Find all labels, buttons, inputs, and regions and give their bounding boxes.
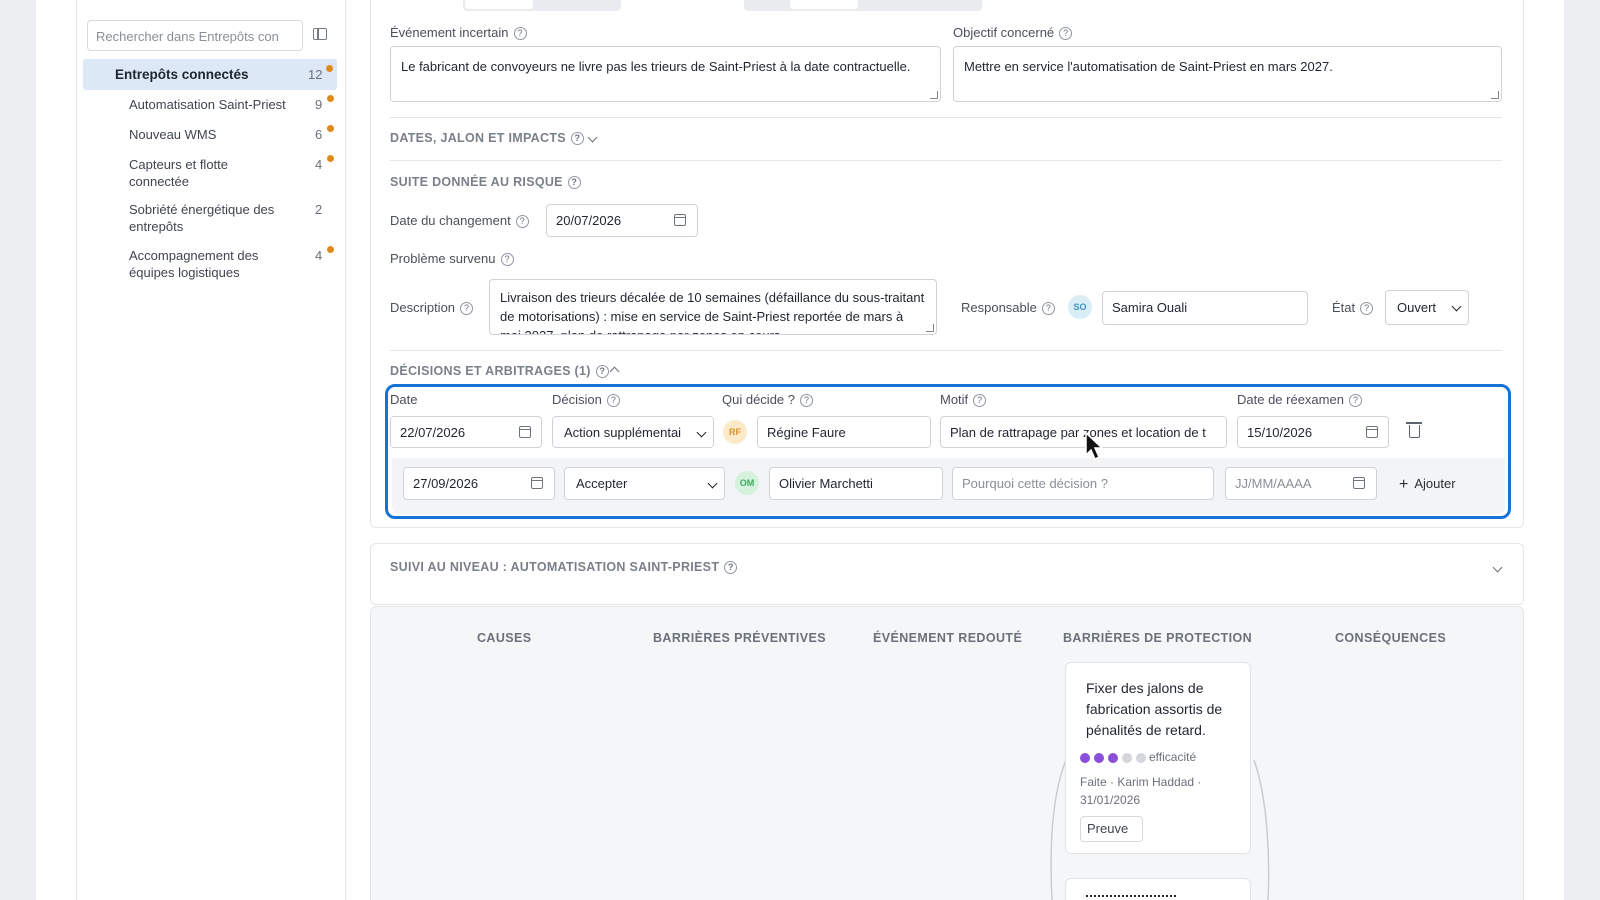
objective-label: Objectif concerné? bbox=[953, 25, 1073, 40]
tracking-title: SUIVI AU NIVEAU : AUTOMATISATION SAINT-P… bbox=[390, 560, 738, 574]
sidebar-toggle-icon[interactable] bbox=[313, 28, 327, 40]
efficacy-dot-filled bbox=[1094, 753, 1104, 763]
barrier-card[interactable]: Fixer des jalons de fabrication assortis… bbox=[1065, 662, 1251, 854]
sidebar: Rechercher dans Entrepôts con Entrepôts … bbox=[76, 0, 346, 900]
event-field[interactable]: Le fabricant de convoyeurs ne livre pas … bbox=[390, 46, 941, 102]
decisions-section-toggle[interactable]: DÉCISIONS ET ARBITRAGES (1)? bbox=[390, 364, 609, 378]
efficacy-dot-empty bbox=[1136, 753, 1146, 763]
bowtie-panel bbox=[370, 606, 1524, 900]
col-consequences: CONSÉQUENCES bbox=[1335, 631, 1447, 645]
add-decision-button[interactable]: + Ajouter bbox=[1399, 476, 1456, 494]
col-preventive-barriers: BARRIÈRES PRÉVENTIVES bbox=[653, 631, 827, 645]
count-badge: 9 bbox=[315, 97, 323, 112]
efficacy-rating bbox=[1080, 751, 1150, 763]
calendar-icon[interactable] bbox=[531, 477, 543, 489]
calendar-icon[interactable] bbox=[1366, 426, 1378, 438]
efficacy-label: efficacité bbox=[1149, 750, 1197, 764]
avatar: SO bbox=[1068, 295, 1092, 319]
barrier-card[interactable] bbox=[1065, 878, 1251, 900]
plus-icon: + bbox=[1399, 476, 1409, 493]
mouse-cursor bbox=[1085, 431, 1104, 461]
sidebar-item[interactable]: Nouveau WMS bbox=[129, 126, 339, 143]
search-input[interactable]: Rechercher dans Entrepôts con bbox=[87, 20, 303, 51]
trash-icon[interactable] bbox=[1406, 422, 1422, 438]
col-decision-header: Décision? bbox=[552, 392, 620, 407]
col-feared-event: ÉVÉNEMENT REDOUTÉ bbox=[873, 631, 1023, 645]
divider bbox=[390, 117, 1502, 118]
help-icon: ? bbox=[460, 302, 474, 315]
help-icon: ? bbox=[1360, 302, 1374, 315]
sidebar-item[interactable]: Capteurs et flotte connectée bbox=[129, 156, 279, 190]
efficacy-dot-filled bbox=[1108, 753, 1118, 763]
objective-field[interactable]: Mettre en service l'automatisation de Sa… bbox=[953, 46, 1502, 102]
event-label: Événement incertain? bbox=[390, 25, 527, 40]
sidebar-item-label: Entrepôts connectés bbox=[115, 67, 249, 82]
segmented-control[interactable] bbox=[463, 0, 621, 11]
description-field[interactable]: Livraison des trieurs décalée de 10 sema… bbox=[489, 279, 937, 335]
change-date-label: Date du changement? bbox=[390, 213, 529, 228]
followup-section-title: SUITE DONNÉE AU RISQUE? bbox=[390, 175, 581, 189]
count-badge: 2 bbox=[315, 202, 323, 217]
avatar: OM bbox=[735, 471, 759, 495]
count-badge: 4 bbox=[315, 248, 323, 263]
help-icon: ? bbox=[595, 365, 609, 378]
efficacy-dot-filled bbox=[1080, 753, 1090, 763]
count-badge: 4 bbox=[315, 157, 323, 172]
help-icon: ? bbox=[513, 27, 527, 40]
help-icon: ? bbox=[1348, 394, 1362, 407]
sidebar-item-root[interactable]: Entrepôts connectés 12 bbox=[83, 59, 337, 90]
avatar: RF bbox=[723, 420, 747, 444]
divider bbox=[390, 350, 1502, 351]
count-badge: 6 bbox=[315, 127, 323, 142]
col-reason-header: Motif? bbox=[940, 392, 987, 407]
help-icon: ? bbox=[1041, 302, 1055, 315]
help-icon: ? bbox=[606, 394, 620, 407]
help-icon: ? bbox=[800, 394, 813, 407]
help-icon: ? bbox=[515, 215, 529, 228]
state-select[interactable]: Ouvert bbox=[1385, 290, 1469, 325]
barrier-meta: Faite · Karim Haddad · 31/01/2026 bbox=[1080, 775, 1202, 807]
col-review-header: Date de réexamen? bbox=[1237, 392, 1362, 407]
segmented-control[interactable] bbox=[744, 0, 982, 11]
dates-section-toggle[interactable]: DATES, JALON ET IMPACTS? bbox=[390, 131, 584, 145]
calendar-icon[interactable] bbox=[674, 214, 686, 226]
efficacy-dot-empty bbox=[1122, 753, 1132, 763]
sidebar-item[interactable]: Sobriété énergétique des entrepôts bbox=[129, 201, 299, 235]
barrier-title: Fixer des jalons de fabrication assortis… bbox=[1086, 680, 1223, 738]
calendar-icon[interactable] bbox=[519, 426, 531, 438]
count-badge: 12 bbox=[308, 67, 323, 82]
col-who-header: Qui décide ?? bbox=[722, 392, 813, 407]
status-dot bbox=[327, 246, 334, 253]
new-decision-select[interactable]: Accepter bbox=[564, 467, 725, 500]
description-label: Description? bbox=[390, 300, 474, 315]
tracking-card[interactable] bbox=[370, 543, 1524, 605]
status-dot bbox=[326, 65, 333, 72]
calendar-icon[interactable] bbox=[1353, 477, 1365, 489]
status-dot bbox=[327, 125, 334, 132]
proof-button[interactable]: Preuve bbox=[1080, 816, 1143, 842]
help-icon: ? bbox=[570, 132, 584, 145]
new-decision-reason-field[interactable]: Pourquoi cette décision ? bbox=[952, 467, 1214, 500]
status-dot bbox=[327, 155, 334, 162]
help-icon: ? bbox=[1059, 27, 1073, 40]
help-icon: ? bbox=[973, 394, 987, 407]
owner-label: Responsable? bbox=[961, 300, 1055, 315]
problem-label: Problème survenu? bbox=[390, 251, 514, 266]
help-icon: ? bbox=[500, 253, 514, 266]
sidebar-item[interactable]: Automatisation Saint-Priest bbox=[129, 96, 339, 113]
help-icon: ? bbox=[567, 176, 581, 189]
status-dot bbox=[327, 95, 334, 102]
owner-field[interactable]: Samira Ouali bbox=[1102, 291, 1308, 325]
col-date-header: Date bbox=[390, 392, 418, 407]
sidebar-item[interactable]: Accompagnement des équipes logistiques bbox=[129, 247, 279, 281]
decision-select[interactable]: Action supplémentai bbox=[552, 416, 714, 448]
col-protection-barriers: BARRIÈRES DE PROTECTION bbox=[1063, 631, 1253, 645]
state-label: État? bbox=[1332, 300, 1374, 315]
help-icon: ? bbox=[724, 561, 738, 574]
divider bbox=[390, 160, 1502, 161]
decision-who-field[interactable]: Régine Faure bbox=[757, 416, 931, 448]
new-decision-who-field[interactable]: Olivier Marchetti bbox=[769, 467, 943, 500]
col-causes: CAUSES bbox=[477, 631, 532, 645]
